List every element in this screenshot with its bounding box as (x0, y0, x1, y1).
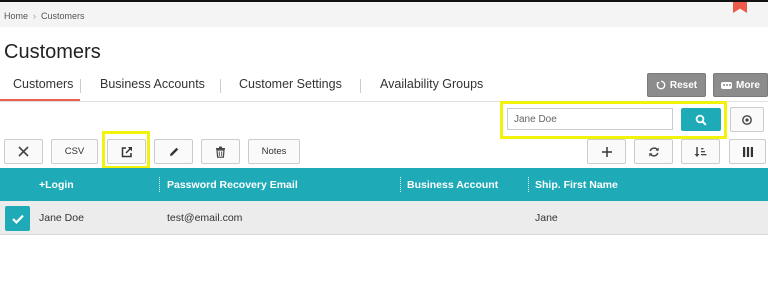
tab-divider (360, 79, 361, 93)
reset-label: Reset (669, 79, 698, 91)
tab-business-accounts[interactable]: Business Accounts (100, 73, 220, 102)
csv-label: CSV (64, 146, 85, 157)
notes-button[interactable]: Notes (248, 139, 300, 164)
edit-button[interactable] (154, 139, 193, 164)
breadcrumb-current: Customers (41, 11, 85, 21)
search-button[interactable] (681, 108, 721, 131)
grid-header: +Login Password Recovery Email Business … (0, 168, 768, 201)
delete-button[interactable] (201, 139, 240, 164)
page-title: Customers (4, 41, 101, 63)
target-button[interactable] (730, 107, 764, 132)
columns-button[interactable] (729, 139, 766, 164)
bookmark-icon[interactable] (733, 2, 747, 13)
row-checkbox[interactable] (5, 206, 30, 231)
tab-label: Customers (13, 77, 74, 91)
export-icon (121, 146, 132, 157)
sort-icon (694, 146, 707, 157)
column-separator (159, 177, 160, 192)
pencil-icon (169, 147, 178, 156)
tab-customers[interactable]: Customers (0, 73, 80, 102)
tab-customer-settings[interactable]: Customer Settings (239, 73, 360, 102)
more-button[interactable]: More (713, 73, 768, 97)
plus-icon (601, 146, 612, 157)
check-icon (11, 214, 24, 224)
reset-button[interactable]: Reset (647, 73, 706, 97)
top-bar: Home › Customers (0, 0, 768, 27)
chevron-right-icon: › (33, 11, 37, 21)
cell-login: Jane Doe (39, 212, 84, 224)
tab-label: Customer Settings (239, 77, 342, 91)
tab-label: Availability Groups (380, 77, 484, 91)
tab-divider (220, 79, 221, 93)
column-header-ship-first-name[interactable]: Ship. First Name (535, 168, 618, 201)
column-header-login[interactable]: +Login (39, 168, 74, 201)
cell-email: test@email.com (167, 212, 243, 224)
columns-icon (742, 146, 753, 157)
column-header-business-account[interactable]: Business Account (407, 168, 498, 201)
reset-icon (656, 80, 666, 90)
ellipsis-icon (721, 81, 733, 89)
export-button[interactable] (107, 139, 146, 164)
tab-bar: Customers Business Accounts Customer Set… (0, 73, 490, 103)
table-row[interactable]: Jane Doe test@email.com Jane (0, 201, 768, 235)
trash-icon (216, 146, 225, 158)
refresh-button[interactable] (634, 139, 673, 164)
close-icon (18, 146, 29, 157)
search-input[interactable] (507, 108, 673, 130)
column-header-password-recovery-email[interactable]: Password Recovery Email (167, 168, 298, 201)
column-separator (528, 177, 529, 192)
target-icon (742, 114, 752, 125)
add-button[interactable] (587, 139, 626, 164)
csv-button[interactable]: CSV (51, 139, 98, 164)
tab-availability-groups[interactable]: Availability Groups (380, 73, 490, 102)
close-button[interactable] (4, 139, 43, 164)
notes-label: Notes (261, 146, 287, 157)
breadcrumb-home[interactable]: Home (4, 11, 28, 21)
sort-button[interactable] (681, 139, 720, 164)
column-separator (400, 177, 401, 192)
tab-label: Business Accounts (100, 77, 205, 91)
cell-ship-first-name: Jane (535, 212, 558, 224)
search-icon (695, 114, 707, 126)
refresh-icon (648, 146, 659, 157)
breadcrumb: Home › Customers (4, 11, 85, 21)
more-label: More (736, 79, 760, 91)
tab-divider (80, 79, 81, 93)
